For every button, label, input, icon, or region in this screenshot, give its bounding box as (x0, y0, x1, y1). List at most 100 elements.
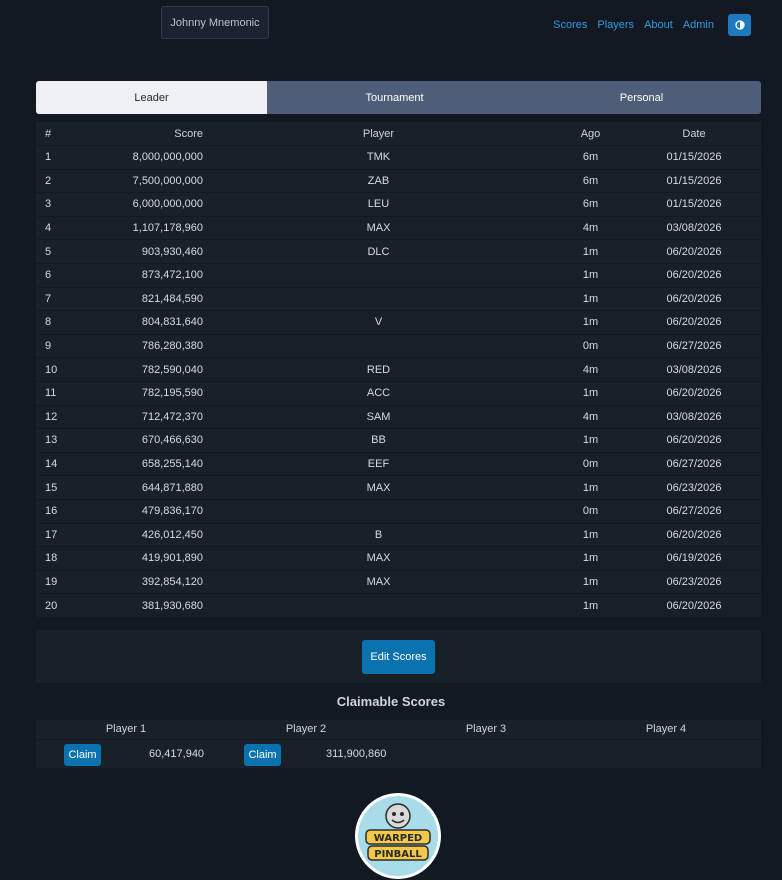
table-row: 17 426,012,450 B 1m 06/20/2026 (36, 522, 761, 547)
cell-player: DLC (203, 239, 554, 263)
table-row: 19 392,854,120 MAX 1m 06/23/2026 (36, 569, 761, 594)
cell-score: 786,280,380 (61, 333, 203, 358)
cell-date: 01/15/2026 (627, 192, 761, 216)
cell-ago: 4m (554, 404, 627, 429)
cell-score: 381,930,680 (61, 593, 203, 617)
theme-toggle-button[interactable] (728, 14, 751, 36)
cell-date: 06/20/2026 (627, 262, 761, 287)
cell-player: B (203, 522, 554, 547)
cell-score: 903,930,460 (61, 239, 203, 263)
cell-ago: 1m (554, 593, 627, 617)
cell-rank: 5 (36, 239, 61, 263)
column-header-score: Score (61, 122, 203, 145)
table-row: 8 804,831,640 V 1m 06/20/2026 (36, 310, 761, 334)
cell-player: MAX (203, 215, 554, 240)
cell-score: 392,854,120 (61, 569, 203, 594)
nav-about-link[interactable]: About (644, 19, 673, 31)
cell-score: 782,590,040 (61, 357, 203, 381)
cell-rank: 6 (36, 262, 61, 287)
cell-date: 06/20/2026 (627, 428, 761, 452)
cell-ago: 1m (554, 286, 627, 311)
cell-date: 06/19/2026 (627, 546, 761, 570)
cell-ago: 6m (554, 168, 627, 193)
cell-date: 06/27/2026 (627, 451, 761, 476)
cell-rank: 17 (36, 522, 61, 547)
cell-score: 1,107,178,960 (61, 215, 203, 240)
logo-text-line-2: PINBALL (374, 849, 422, 860)
tab-tournament[interactable]: Tournament (267, 81, 522, 114)
nav-players-link[interactable]: Players (597, 19, 634, 31)
cell-ago: 1m (554, 428, 627, 452)
table-row: 6 873,472,100 1m 06/20/2026 (36, 262, 761, 287)
claim-button-player-1[interactable]: Claim (64, 744, 101, 766)
cell-player: MAX (203, 546, 554, 570)
top-nav: Scores Players About Admin (543, 14, 751, 36)
cell-player: BB (203, 428, 554, 452)
cell-ago: 1m (554, 546, 627, 570)
tab-personal[interactable]: Personal (522, 81, 761, 114)
cell-score: 644,871,880 (61, 475, 203, 499)
claimable-header-player-3: Player 3 (465, 723, 507, 735)
cell-ago: 1m (554, 569, 627, 594)
cell-score: 670,466,630 (61, 428, 203, 452)
table-row: 18 419,901,890 MAX 1m 06/19/2026 (36, 546, 761, 570)
cell-rank: 15 (36, 475, 61, 499)
cell-player: TMK (203, 145, 554, 169)
half-circle-contrast-icon (734, 20, 745, 30)
cell-player: EEF (203, 451, 554, 476)
table-header-row: # Score Player Ago Date (36, 122, 761, 145)
claimable-header-row: Player 1 Player 2 Player 3 Player 4 (36, 720, 761, 739)
cell-player: V (203, 310, 554, 334)
cell-rank: 2 (36, 168, 61, 193)
claim-button-player-2[interactable]: Claim (244, 744, 281, 766)
cell-ago: 1m (554, 262, 627, 287)
cell-rank: 3 (36, 192, 61, 216)
column-header-player: Player (203, 122, 554, 145)
cell-ago: 0m (554, 498, 627, 523)
cell-rank: 14 (36, 451, 61, 476)
cell-player: ZAB (203, 168, 554, 193)
cell-player: RED (203, 357, 554, 381)
cell-date: 06/27/2026 (627, 498, 761, 523)
cell-player (203, 593, 554, 617)
score-tabs: Leader Tournament Personal (36, 81, 761, 114)
cell-score: 821,484,590 (61, 286, 203, 311)
machine-title: Johnny Mnemonic (161, 6, 269, 39)
cell-date: 01/15/2026 (627, 168, 761, 193)
cell-date: 06/20/2026 (627, 380, 761, 405)
leaderboard-table: # Score Player Ago Date 1 8,000,000,000 TM… (36, 122, 761, 617)
nav-admin-link[interactable]: Admin (683, 19, 714, 31)
cell-rank: 18 (36, 546, 61, 570)
cell-score: 479,836,170 (61, 498, 203, 523)
cell-date: 06/23/2026 (627, 475, 761, 499)
cell-rank: 1 (36, 145, 61, 169)
cell-player (203, 286, 554, 311)
cell-ago: 4m (554, 215, 627, 240)
cell-rank: 8 (36, 310, 61, 334)
tab-leader[interactable]: Leader (36, 81, 267, 114)
cell-score: 6,000,000,000 (61, 192, 203, 216)
cell-score: 873,472,100 (61, 262, 203, 287)
cell-ago: 1m (554, 380, 627, 405)
column-header-ago: Ago (554, 122, 627, 145)
cell-rank: 19 (36, 569, 61, 594)
table-row: 12 712,472,370 SAM 4m 03/08/2026 (36, 404, 761, 429)
cell-date: 06/27/2026 (627, 333, 761, 358)
cell-player: SAM (203, 404, 554, 429)
edit-scores-button[interactable]: Edit Scores (362, 639, 435, 674)
nav-scores-link[interactable]: Scores (553, 19, 587, 31)
table-row: 4 1,107,178,960 MAX 4m 03/08/2026 (36, 215, 761, 240)
cell-ago: 6m (554, 145, 627, 169)
table-row: 10 782,590,040 RED 4m 03/08/2026 (36, 357, 761, 381)
cell-rank: 13 (36, 428, 61, 452)
claimable-score-player-1: 60,417,940 (149, 748, 205, 760)
table-row: 15 644,871,880 MAX 1m 06/23/2026 (36, 475, 761, 499)
cell-date: 06/20/2026 (627, 286, 761, 311)
cell-score: 804,831,640 (61, 310, 203, 334)
cell-rank: 16 (36, 498, 61, 523)
cell-rank: 7 (36, 286, 61, 311)
claimable-row: Claim 60,417,940 Claim 311,900,860 (36, 740, 761, 768)
cell-ago: 1m (554, 522, 627, 547)
cell-player: ACC (203, 380, 554, 405)
cell-ago: 0m (554, 451, 627, 476)
